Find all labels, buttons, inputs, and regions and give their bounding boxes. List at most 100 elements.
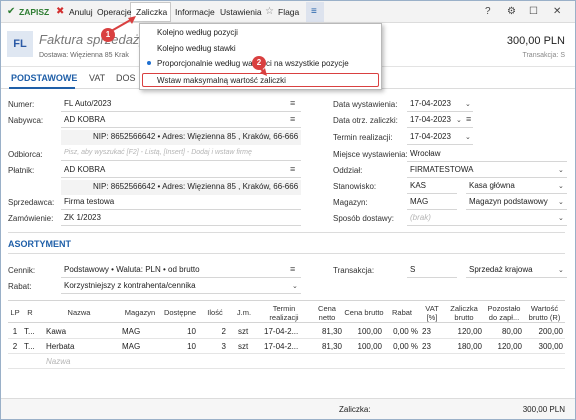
tab-vat[interactable]: VAT <box>89 73 105 83</box>
star-icon: ☆ <box>265 6 274 17</box>
order-field[interactable]: ZK 1/2023 <box>61 211 301 226</box>
cell-delivery-date: 17-04-2... <box>264 327 299 336</box>
number-label: Numer: <box>8 100 35 109</box>
buyer-field[interactable]: AD KOBRA <box>61 113 301 128</box>
chevron-down-icon[interactable]: ⌄ <box>558 266 564 274</box>
col-delivery-date[interactable]: Termin realizacji <box>258 301 310 324</box>
cancel-button[interactable]: Anuluj <box>69 6 93 18</box>
table-header: LP R Nazwa Magazyn Dostępne Ilość J.m. T… <box>8 300 565 323</box>
col-name[interactable]: Nazwa <box>38 301 120 324</box>
table-new-row[interactable]: Nazwa <box>8 355 565 369</box>
menu-item-by-position[interactable]: Kolejno według pozycji <box>157 28 238 37</box>
cell-r: T... <box>24 327 35 336</box>
close-icon: ✖ <box>56 6 65 17</box>
cell-gross-price: 100,00 <box>357 342 382 351</box>
number-field[interactable]: FL Auto/2023 <box>61 97 301 112</box>
col-gross-price[interactable]: Cena brutto <box>344 301 384 324</box>
col-r[interactable]: R <box>22 301 38 324</box>
callout-arrow <box>105 16 136 35</box>
chevron-down-icon[interactable]: ⌄ <box>558 182 564 190</box>
help-button[interactable]: ? <box>485 6 491 18</box>
cell-gross-value: 300,00 <box>538 342 563 351</box>
col-gross-value[interactable]: Wartość brutto (R) <box>524 301 565 324</box>
save-button[interactable]: ZAPISZ <box>19 6 49 18</box>
place-field[interactable]: Wrocław <box>407 147 567 162</box>
discount-field[interactable]: Korzystniejszy z kontrahenta/cennika <box>61 279 301 294</box>
warehouse-name[interactable]: Magazyn podstawowy <box>466 195 567 210</box>
buyer-menu-icon[interactable]: ≡ <box>290 114 295 124</box>
info-menu[interactable]: Informacje <box>175 6 215 18</box>
maximize-icon[interactable]: ☐ <box>529 6 538 18</box>
delivery-date-field[interactable]: 17-04-2023 <box>407 130 473 145</box>
cell-warehouse: MAG <box>122 342 141 351</box>
menu-item-by-rate[interactable]: Kolejno według stawki <box>157 44 236 53</box>
advance-date-field[interactable]: 17-04-2023 <box>407 113 473 128</box>
tab-delivery[interactable]: DOS <box>116 73 136 83</box>
chevron-down-icon[interactable]: ⌄ <box>292 282 298 290</box>
tab-indicator <box>9 87 75 89</box>
col-net-price[interactable]: Cena netto <box>310 301 344 324</box>
number-menu-icon[interactable]: ≡ <box>290 98 295 108</box>
cell-net-price: 81,30 <box>321 342 342 351</box>
col-quantity[interactable]: Ilość <box>200 301 230 324</box>
payer-menu-icon[interactable]: ≡ <box>290 164 295 174</box>
workstation-name[interactable]: Kasa główna <box>466 179 567 194</box>
payer-field[interactable]: AD KOBRA <box>61 163 301 178</box>
cell-gross-price: 100,00 <box>357 327 382 336</box>
order-label: Zamówienie: <box>8 214 54 223</box>
document-type-badge: FL <box>7 31 33 57</box>
chevron-down-icon[interactable]: ⌄ <box>558 198 564 206</box>
cell-quantity: 3 <box>221 342 226 351</box>
col-vat[interactable]: VAT [%] <box>420 301 444 324</box>
gear-icon[interactable]: ⚙ <box>507 6 516 18</box>
col-unit[interactable]: J.m. <box>230 301 258 324</box>
chevron-down-icon[interactable]: ⌄ <box>558 214 564 222</box>
col-warehouse[interactable]: Magazyn <box>120 301 160 324</box>
cell-unit: szt <box>238 342 249 351</box>
pricelist-field[interactable]: Podstawowy • Waluta: PLN • od brutto <box>61 263 301 278</box>
close-window-icon[interactable]: ✕ <box>553 6 561 18</box>
transaction-code-field[interactable]: S <box>407 263 457 278</box>
cell-available: 10 <box>187 327 196 336</box>
cell-vat: 23 <box>422 327 431 336</box>
callout-badge-2: 2 <box>252 56 266 70</box>
seller-field[interactable]: Firma testowa <box>61 195 301 210</box>
workstation-code[interactable]: KAS <box>407 179 457 194</box>
advance-date-label: Data otrz. zaliczki: <box>333 116 398 125</box>
table-row[interactable]: 1 T... Kawa MAG 10 2 szt 17-04-2... 81,3… <box>8 325 565 339</box>
cell-name: Herbata <box>46 342 75 351</box>
settings-menu[interactable]: Ustawienia <box>220 6 262 18</box>
place-label: Miejsce wystawienia: <box>333 150 408 159</box>
branch-field[interactable]: FIRMATESTOWA <box>407 163 567 178</box>
warehouse-code[interactable]: MAG <box>407 195 457 210</box>
document-amount: 300,00 PLN <box>506 35 565 47</box>
chevron-down-icon[interactable]: ⌄ <box>456 116 462 124</box>
flag-button[interactable]: Flaga <box>278 6 299 18</box>
selected-dot-icon <box>147 61 151 65</box>
advance-date-menu-icon[interactable]: ≡ <box>466 114 471 124</box>
tab-basic[interactable]: PODSTAWOWE <box>11 73 77 83</box>
chevron-down-icon[interactable]: ⌄ <box>465 133 471 141</box>
shipping-field[interactable]: (brak) <box>407 211 567 226</box>
col-discount[interactable]: Rabat <box>384 301 420 324</box>
chevron-down-icon[interactable]: ⌄ <box>558 166 564 174</box>
buyer-label: Nabywca: <box>8 116 44 125</box>
chevron-down-icon[interactable]: ⌄ <box>465 100 471 108</box>
document-subtitle: Dostawa: Więzienna 85 Krak <box>39 52 129 59</box>
cell-quantity: 2 <box>221 327 226 336</box>
recipient-input[interactable]: Pisz, aby wyszukać [F2] - Listą, [Insert… <box>61 146 301 161</box>
col-lp[interactable]: LP <box>8 301 22 324</box>
issue-date-field[interactable]: 17-04-2023 <box>407 97 473 112</box>
cell-net-price: 81,30 <box>321 327 342 336</box>
new-row-name-input[interactable]: Nazwa <box>46 355 120 369</box>
assortment-title: ASORTYMENT <box>8 239 71 249</box>
col-advance-gross[interactable]: Zaliczka brutto <box>444 301 484 324</box>
pricelist-menu-icon[interactable]: ≡ <box>290 264 295 274</box>
col-available[interactable]: Dostępne <box>160 301 200 324</box>
transaction-name-field[interactable]: Sprzedaż krajowa <box>466 263 567 278</box>
cell-gross-value: 200,00 <box>538 327 563 336</box>
table-row[interactable]: 2 T... Herbata MAG 10 3 szt 17-04-2... 8… <box>8 340 565 354</box>
col-remaining[interactable]: Pozostało do zapł... <box>484 301 524 324</box>
toolbar: ✔ ZAPISZ ✖ Anuluj Operacje Zaliczka Info… <box>1 1 575 23</box>
hamburger-icon[interactable]: ≡ <box>311 6 317 18</box>
